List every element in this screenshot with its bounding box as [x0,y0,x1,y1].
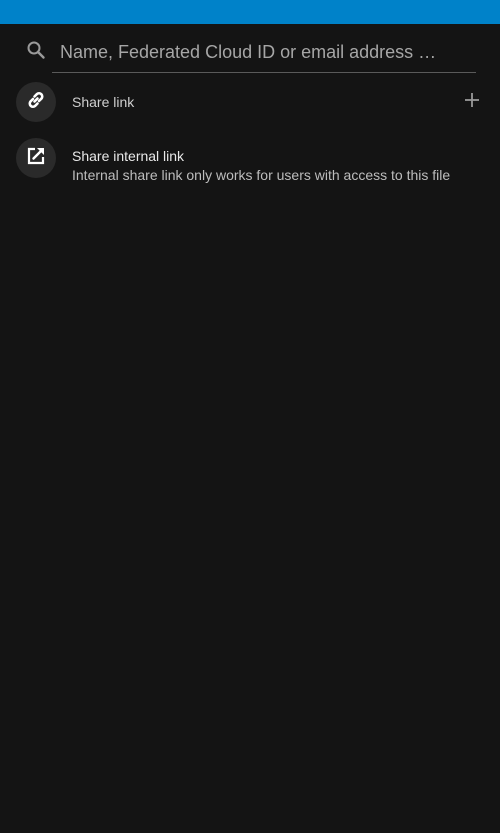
share-search-input[interactable] [52,32,476,73]
plus-icon [463,91,481,114]
search-icon [24,38,48,62]
share-internal-link-row[interactable]: Share internal link Internal share link … [0,136,500,186]
share-link-row[interactable]: Share link [0,80,500,124]
share-internal-link-description: Internal share link only works for users… [72,167,451,183]
link-icon [24,88,48,117]
share-internal-link-avatar [16,138,56,178]
share-internal-link-label: Share internal link [72,148,185,164]
status-bar [0,0,500,24]
share-link-label: Share link [72,94,135,110]
share-link-avatar [16,82,56,122]
share-search-row [0,24,500,74]
add-share-link-button[interactable] [456,86,488,118]
external-link-icon [24,144,48,173]
